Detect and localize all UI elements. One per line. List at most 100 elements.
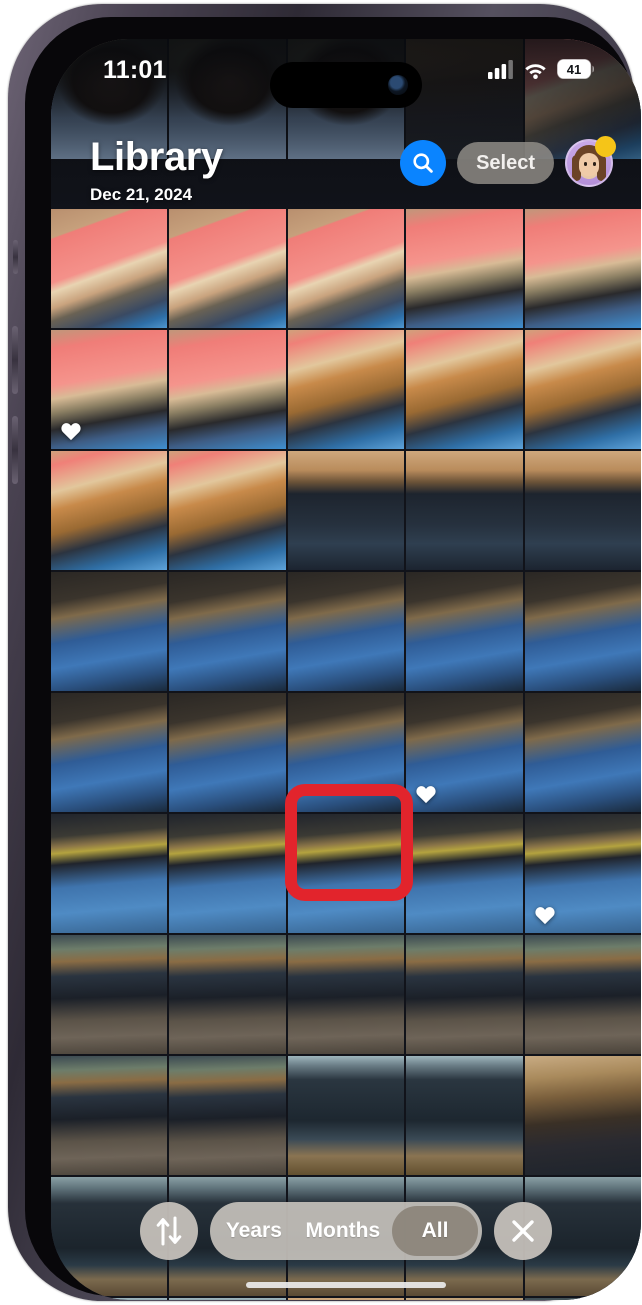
status-bar-indicators: 41 — [488, 59, 595, 79]
battery-level-text: 41 — [567, 62, 581, 77]
photo-image — [169, 451, 286, 570]
segment-all[interactable]: All — [392, 1206, 478, 1256]
sort-button[interactable] — [140, 1202, 198, 1260]
photo-grid-row — [51, 1298, 641, 1300]
photo-image — [287, 814, 405, 933]
photo-thumbnail[interactable] — [524, 693, 641, 812]
favorite-heart-icon — [416, 786, 436, 804]
photo-image — [406, 451, 523, 570]
photo-thumbnail[interactable] — [406, 1298, 523, 1300]
photo-thumbnail[interactable] — [406, 330, 523, 449]
photo-thumbnail[interactable] — [51, 814, 168, 933]
photo-grid[interactable] — [51, 39, 641, 1300]
photo-image — [169, 209, 286, 328]
photo-thumbnail[interactable] — [287, 451, 405, 570]
photo-thumbnail[interactable] — [169, 1056, 286, 1175]
photo-thumbnail[interactable] — [169, 935, 286, 1054]
photo-thumbnail[interactable] — [169, 572, 286, 691]
photo-thumbnail[interactable] — [524, 1056, 641, 1175]
photo-image — [169, 814, 286, 933]
photo-thumbnail[interactable] — [406, 693, 523, 812]
photo-grid-row — [51, 693, 641, 812]
photo-image — [287, 451, 405, 570]
photo-image — [51, 209, 168, 328]
photo-thumbnail[interactable] — [524, 1298, 641, 1300]
photo-thumbnail[interactable] — [169, 209, 286, 328]
photo-thumbnail[interactable] — [51, 935, 168, 1054]
timeline-segmented-control[interactable]: Years Months All — [210, 1202, 482, 1260]
photo-image — [51, 1298, 168, 1300]
photo-thumbnail[interactable] — [287, 693, 405, 812]
photo-thumbnail[interactable] — [287, 814, 405, 933]
photo-grid-row — [51, 1056, 641, 1175]
avatar-notification-badge — [595, 136, 616, 157]
photo-grid-row — [51, 451, 641, 570]
photo-image — [51, 935, 168, 1054]
memoji-eye-right — [593, 162, 596, 166]
photo-thumbnail[interactable] — [51, 1056, 168, 1175]
photo-thumbnail[interactable] — [406, 1056, 523, 1175]
photo-image — [406, 935, 523, 1054]
photo-grid-row — [51, 330, 641, 449]
photo-thumbnail[interactable] — [51, 209, 168, 328]
volume-up-button[interactable] — [12, 326, 18, 394]
photo-thumbnail[interactable] — [406, 935, 523, 1054]
select-button[interactable]: Select — [457, 142, 554, 184]
photo-thumbnail[interactable] — [524, 451, 641, 570]
status-bar-time: 11:01 — [103, 56, 167, 84]
phone-bezel: 11:01 41 Library Dec 21, 2024 Select Yea… — [25, 17, 641, 1300]
phone-frame: 11:01 41 Library Dec 21, 2024 Select Yea… — [8, 4, 641, 1301]
segment-months[interactable]: Months — [294, 1206, 392, 1256]
photo-thumbnail[interactable] — [287, 209, 405, 328]
photo-thumbnail[interactable] — [287, 330, 405, 449]
front-camera-icon — [388, 75, 408, 95]
close-button[interactable] — [494, 1202, 552, 1260]
photo-thumbnail[interactable] — [51, 1298, 168, 1300]
photo-image — [169, 693, 286, 812]
photo-image — [51, 572, 168, 691]
photo-thumbnail[interactable] — [169, 451, 286, 570]
photo-thumbnail[interactable] — [51, 693, 168, 812]
photo-image — [406, 814, 523, 933]
photo-grid-row — [51, 935, 641, 1054]
photo-thumbnail[interactable] — [406, 572, 523, 691]
photo-thumbnail[interactable] — [51, 451, 168, 570]
photo-image — [51, 693, 168, 812]
photo-image — [169, 1298, 286, 1300]
battery-icon: 41 — [557, 59, 594, 79]
photo-image — [169, 572, 286, 691]
photo-thumbnail[interactable] — [169, 1298, 286, 1300]
photo-thumbnail[interactable] — [287, 935, 405, 1054]
search-button[interactable] — [400, 140, 447, 186]
photo-thumbnail[interactable] — [524, 209, 641, 328]
photo-thumbnail[interactable] — [524, 935, 641, 1054]
photo-thumbnail[interactable] — [406, 209, 523, 328]
photo-image — [524, 451, 641, 570]
photo-thumbnail[interactable] — [524, 814, 641, 933]
volume-down-button[interactable] — [12, 416, 18, 484]
photo-thumbnail[interactable] — [51, 572, 168, 691]
photo-thumbnail[interactable] — [169, 693, 286, 812]
page-title: Library — [90, 135, 223, 179]
photo-thumbnail[interactable] — [406, 451, 523, 570]
photo-image — [169, 1056, 286, 1175]
photo-thumbnail[interactable] — [169, 814, 286, 933]
photo-thumbnail[interactable] — [169, 330, 286, 449]
photo-thumbnail[interactable] — [406, 814, 523, 933]
segment-years[interactable]: Years — [214, 1206, 294, 1256]
photo-image — [287, 1056, 405, 1175]
photo-image — [524, 572, 641, 691]
photo-thumbnail[interactable] — [287, 572, 405, 691]
home-indicator[interactable] — [246, 1282, 446, 1288]
select-button-label: Select — [476, 151, 535, 174]
silence-switch[interactable] — [13, 240, 18, 274]
photo-thumbnail[interactable] — [524, 572, 641, 691]
photo-thumbnail[interactable] — [51, 330, 168, 449]
header-actions: Select — [400, 136, 616, 187]
photo-image — [524, 1298, 641, 1300]
photo-thumbnail[interactable] — [524, 330, 641, 449]
photo-thumbnail[interactable] — [287, 1056, 405, 1175]
photo-image — [524, 330, 641, 449]
avatar-wrap[interactable] — [565, 136, 616, 187]
photo-thumbnail[interactable] — [287, 1298, 405, 1300]
